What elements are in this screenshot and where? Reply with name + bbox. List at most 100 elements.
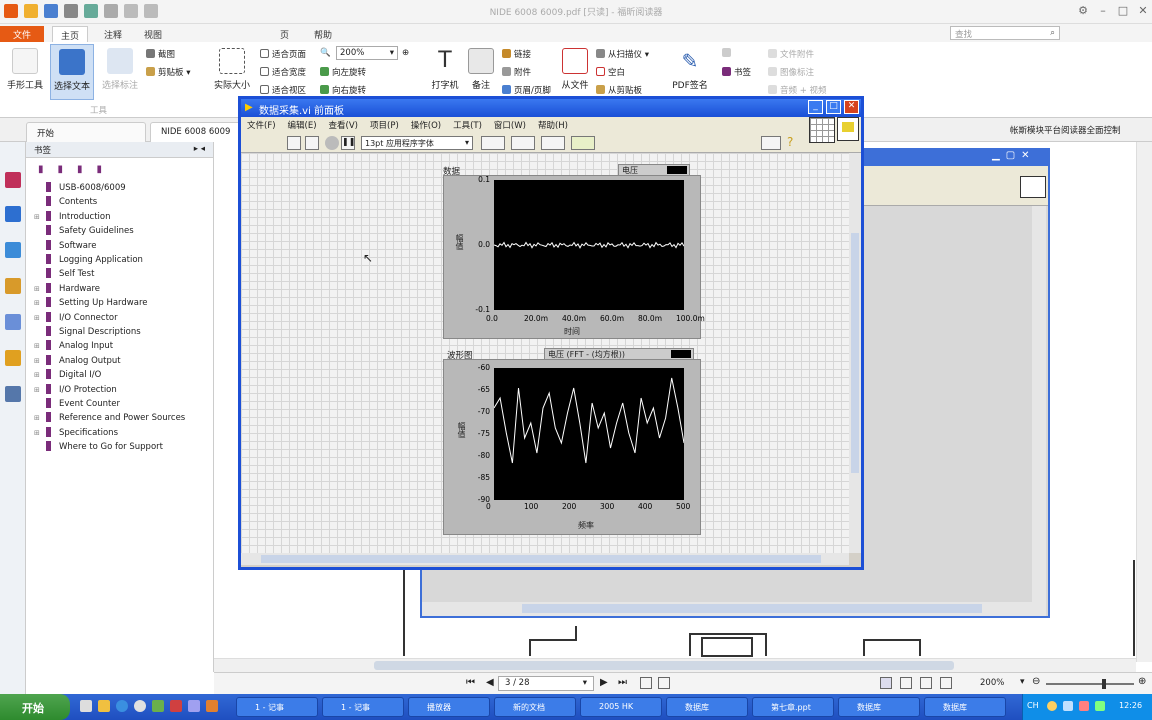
bookmark-item[interactable]: Software xyxy=(34,239,96,254)
zoom-slider-thumb[interactable] xyxy=(1102,679,1106,689)
maximize-button[interactable]: □ xyxy=(1116,4,1130,18)
zoom-out-button[interactable]: ⊖ xyxy=(1032,676,1040,687)
attachment-button[interactable]: 附件 xyxy=(502,66,531,78)
lv-title-bar[interactable]: ▶ 数据采集.vi 前面板 _ □ ✕ xyxy=(241,99,861,117)
fit-page-button[interactable]: 适合页面 xyxy=(260,48,306,60)
graph1-legend[interactable]: 电压 xyxy=(618,164,690,176)
blank-page-button[interactable]: 空白 xyxy=(596,66,625,78)
signatures-icon[interactable] xyxy=(5,386,21,402)
lv-menu-item[interactable]: 查看(V) xyxy=(329,121,358,131)
image-note-button[interactable]: 图像标注 xyxy=(768,66,814,78)
actual-size-button[interactable]: 实际大小 xyxy=(210,48,254,91)
continuous-page-icon[interactable] xyxy=(658,677,670,689)
options-icon[interactable]: ⚙ xyxy=(1076,4,1090,18)
bookmark-item[interactable]: ⊞ Analog Input xyxy=(34,340,113,354)
taskbar-button[interactable]: 新的文档 xyxy=(494,697,576,717)
taskbar-button[interactable]: 数据库 xyxy=(666,697,748,717)
bookmark-item[interactable]: ⊞ I/O Protection xyxy=(34,383,117,398)
expand-icon[interactable]: ⊞ xyxy=(34,299,42,307)
single-page-icon[interactable] xyxy=(640,677,652,689)
bookmark-item[interactable]: ⊞ Setting Up Hardware xyxy=(34,297,148,311)
bookmark-item[interactable]: ⊞ I/O Connector xyxy=(34,311,118,326)
tab-file[interactable]: 文件 xyxy=(0,26,44,42)
screenshot-button[interactable]: 截图 xyxy=(146,48,175,60)
tab-view[interactable]: 视图 xyxy=(136,26,170,42)
quicklaunch-icon-7[interactable] xyxy=(188,700,200,712)
expand-icon[interactable]: ⊞ xyxy=(34,285,42,293)
bg-vscroll[interactable] xyxy=(1032,206,1046,616)
zoom-select[interactable]: 200% ▾ xyxy=(336,46,398,60)
pages-icon[interactable] xyxy=(5,172,21,188)
lv-hscroll[interactable] xyxy=(241,553,849,565)
lv-menu-item[interactable]: 窗口(W) xyxy=(494,121,526,131)
select-text-button[interactable]: 选择文本 xyxy=(50,44,94,100)
prev-page-icon[interactable]: ◀ xyxy=(486,677,494,688)
quicklaunch-icon-6[interactable] xyxy=(170,700,182,712)
zoom-out-icon[interactable]: 🔍 xyxy=(320,48,331,58)
links-icon[interactable] xyxy=(5,314,21,330)
fit-visible-button[interactable]: 适合视区 xyxy=(260,84,306,96)
start-button[interactable]: 开始 xyxy=(0,694,70,720)
bookmark-item[interactable]: ⊞ Hardware xyxy=(34,282,100,297)
lv-menu-item[interactable]: 编辑(E) xyxy=(288,121,317,131)
view-single-icon[interactable] xyxy=(880,677,892,689)
lv-vscroll-thumb[interactable] xyxy=(851,233,859,473)
tab-nide-doc[interactable]: NIDE 6008 6009 xyxy=(150,122,246,142)
bookmark-item[interactable]: Safety Guidelines xyxy=(34,225,134,239)
taskbar-button[interactable]: 数据库 xyxy=(838,697,920,717)
lv-minimize-button[interactable]: _ xyxy=(808,100,823,114)
rotate-left-button[interactable]: 向左旋转 xyxy=(320,66,366,78)
search-icon[interactable] xyxy=(761,136,781,150)
run-continuous-button[interactable] xyxy=(305,136,319,150)
resize-button[interactable] xyxy=(541,136,565,150)
bookmark-toolbar-icons[interactable]: ▮▮▮▮ xyxy=(38,164,116,175)
minimize-button[interactable]: – xyxy=(1096,4,1110,18)
tab-comment[interactable]: 注释 xyxy=(96,26,130,42)
reorder-button[interactable] xyxy=(571,136,595,150)
pdf-sign-button[interactable]: ✎ PDF签名 xyxy=(672,48,708,91)
help-icon[interactable]: ? xyxy=(787,135,793,149)
tab-home[interactable]: 主页 xyxy=(52,26,89,42)
expand-icon[interactable]: ⊞ xyxy=(34,357,42,365)
attachments-icon[interactable] xyxy=(5,278,21,294)
lv-menu-item[interactable]: 项目(P) xyxy=(370,121,399,131)
audio-video-button[interactable]: 音频 + 视频 xyxy=(768,84,827,96)
from-clipboard-button[interactable]: 从剪贴板 xyxy=(596,84,642,96)
bg-hscroll[interactable] xyxy=(422,602,1034,616)
first-page-icon[interactable]: ⏮ xyxy=(466,677,475,688)
security-icon[interactable] xyxy=(5,350,21,366)
tray-icon-4[interactable] xyxy=(1095,701,1105,711)
next-page-icon[interactable]: ▶ xyxy=(600,677,608,688)
tray-icon-1[interactable] xyxy=(1047,701,1057,711)
close-button[interactable]: ✕ xyxy=(1136,4,1150,18)
expand-icon[interactable]: ⊞ xyxy=(34,414,42,422)
zoom-in-icon[interactable]: ⊕ xyxy=(402,48,409,58)
from-file-button[interactable]: 从文件 xyxy=(560,48,590,91)
tray-icon-2[interactable] xyxy=(1063,701,1073,711)
page-number-input[interactable]: 3 / 28 ▾ xyxy=(498,676,594,691)
link-button[interactable]: 链接 xyxy=(502,48,531,60)
bookmark-item[interactable]: ⊞ Digital I/O xyxy=(34,369,101,383)
zoom-slider[interactable] xyxy=(1046,679,1134,689)
bookmark-item[interactable]: Where to Go for Support xyxy=(34,441,163,455)
abort-button[interactable] xyxy=(325,136,339,150)
lv-hscroll-thumb[interactable] xyxy=(261,555,821,563)
expand-icon[interactable]: ⊞ xyxy=(34,371,42,379)
run-button[interactable] xyxy=(287,136,301,150)
expand-icon[interactable]: ⊞ xyxy=(34,429,42,437)
layers-icon[interactable] xyxy=(5,206,21,222)
tab-help[interactable]: 帮助 xyxy=(306,26,340,42)
fit-width-button[interactable]: 适合宽度 xyxy=(260,66,306,78)
bookmark-button[interactable]: 书签 xyxy=(722,66,751,78)
lv-menu-item[interactable]: 操作(O) xyxy=(411,121,441,131)
zoom-in-button[interactable]: ⊕ xyxy=(1138,676,1146,687)
search-input[interactable]: 查找 ⌕ xyxy=(950,26,1060,40)
taskbar-button[interactable]: 第七章.ppt xyxy=(752,697,834,717)
bookmark-item[interactable]: Event Counter xyxy=(34,398,120,412)
taskbar-button[interactable]: 1 - 记事 xyxy=(236,697,318,717)
lv-vscroll[interactable] xyxy=(849,153,861,553)
bookmark-item[interactable]: Self Test xyxy=(34,268,94,282)
bookmark-item[interactable]: ⊞ Introduction xyxy=(34,210,110,225)
bg-hscroll-thumb[interactable] xyxy=(522,604,982,613)
tray-icon-3[interactable] xyxy=(1079,701,1089,711)
